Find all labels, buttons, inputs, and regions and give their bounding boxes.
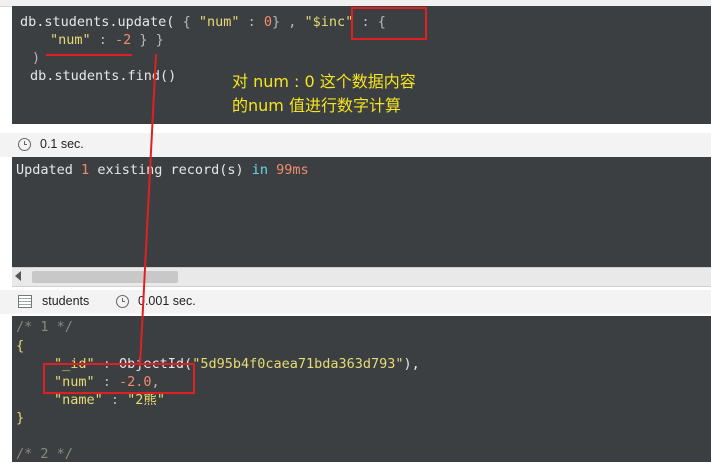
- pointer-line: [139, 53, 157, 367]
- inc-highlight-box: [351, 7, 427, 40]
- result-highlight-box: [43, 363, 195, 394]
- annotation-overlay: [43, 7, 427, 394]
